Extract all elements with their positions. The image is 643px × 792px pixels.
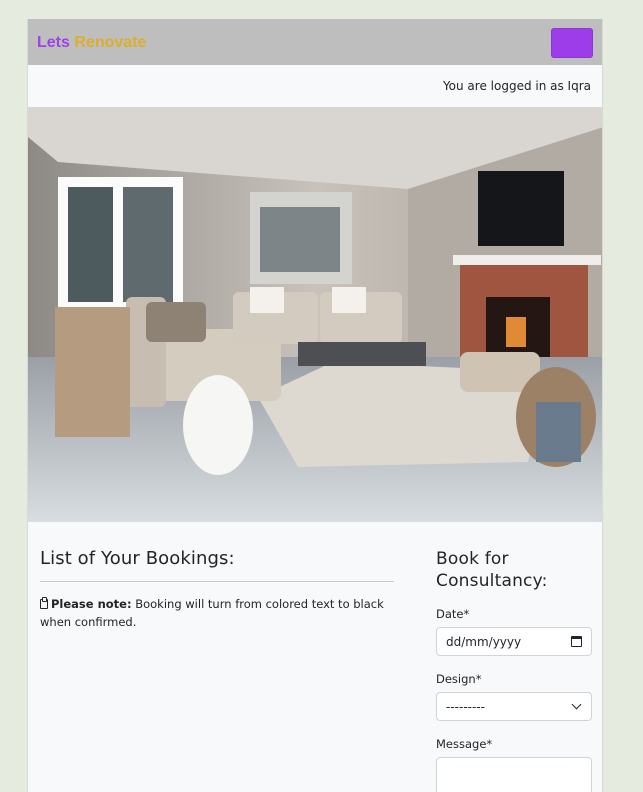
bookings-note: Please note: Booking will turn from colo… [40,595,406,631]
calendar-icon[interactable] [571,636,582,647]
booking-form: Book for Consultancy: Date* dd/mm/yyyy D… [436,548,592,792]
chevron-down-icon [571,699,582,710]
clipboard-icon [40,597,48,609]
logged-in-text: You are logged in as Iqra [442,79,591,93]
message-label: Message* [436,737,493,751]
design-value: --------- [446,699,485,714]
main-content: List of Your Bookings: Please note: Book… [28,522,602,792]
date-label: Date* [436,607,470,621]
design-label: Design* [436,672,482,686]
bookings-title: List of Your Bookings: [40,548,235,569]
form-title: Book for Consultancy: [436,549,548,591]
login-status: You are logged in as Iqra [28,65,602,107]
brand-part-1: Lets [37,34,70,51]
bookings-section: List of Your Bookings: Please note: Book… [40,548,406,792]
date-input[interactable]: dd/mm/yyyy [436,627,592,656]
message-textarea[interactable] [436,757,592,792]
brand-part-2: Renovate [74,34,147,51]
page-container: Lets Renovate You are logged in as Iqra [27,19,603,792]
hero-image [28,107,602,522]
menu-toggle-button[interactable] [551,27,593,58]
navbar: Lets Renovate [28,19,602,65]
date-value: dd/mm/yyyy [446,634,522,649]
divider [40,581,394,582]
brand-logo[interactable]: Lets Renovate [37,32,146,52]
note-label: Please note: [51,597,132,611]
design-select[interactable]: --------- [436,692,592,721]
